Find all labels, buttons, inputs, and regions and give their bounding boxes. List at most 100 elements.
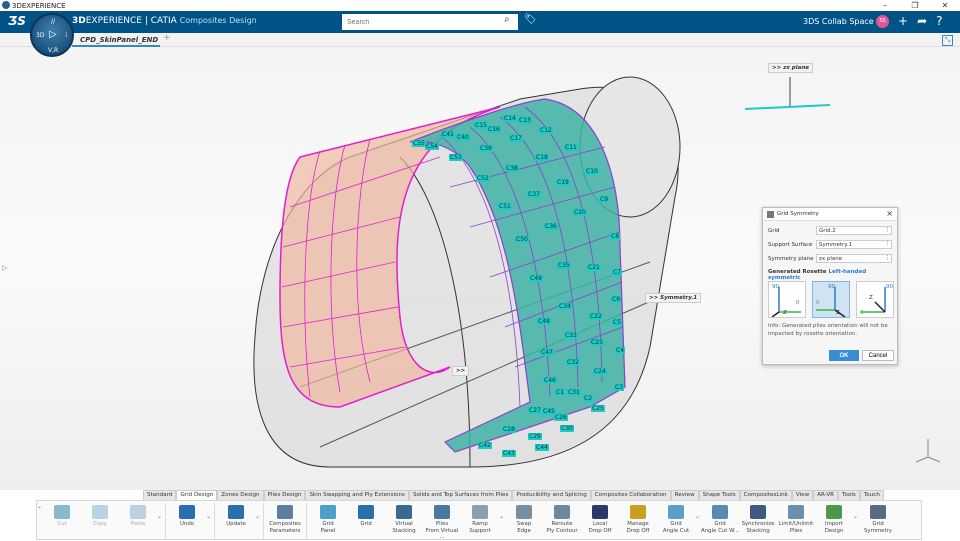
ply-label[interactable]: C28	[502, 426, 516, 433]
ply-label[interactable]: C32	[566, 359, 580, 366]
ply-label[interactable]: C10	[585, 168, 599, 175]
dropdown-arrow-icon[interactable]: ⌄	[206, 501, 212, 520]
ply-label[interactable]: C43	[502, 450, 516, 457]
cmd-paste[interactable]: Paste	[119, 501, 157, 528]
cmd-undo[interactable]: Undo	[168, 501, 206, 528]
ply-label[interactable]: C36	[544, 223, 558, 230]
cmd-update[interactable]: Update	[217, 501, 255, 528]
close-button[interactable]: ✕	[930, 0, 960, 11]
cmd-plies-from-virtual[interactable]: Plies From Virtual ...	[423, 501, 461, 541]
ply-label[interactable]: C1	[555, 389, 566, 396]
ribbon-tab[interactable]: Composites Collaboration	[590, 490, 671, 500]
ply-label[interactable]: C38	[505, 165, 519, 172]
search-input[interactable]	[342, 14, 518, 30]
ribbon-tab[interactable]: View	[791, 490, 814, 500]
cmd-cut[interactable]: Cut	[43, 501, 81, 528]
ply-label[interactable]: C49	[529, 275, 543, 282]
collab-space-dropdown[interactable]: 3DS Collab Space ⌄	[803, 17, 883, 26]
ply-label[interactable]: C44	[535, 444, 549, 451]
cmd-grid-angle-cut-w[interactable]: Grid Angle Cut W...	[701, 501, 739, 534]
fullscreen-icon[interactable]: ⤡	[942, 35, 953, 46]
ply-label[interactable]: C20	[573, 209, 587, 216]
ply-label[interactable]: C11	[564, 144, 578, 151]
ribbon-tab[interactable]: CompositesLink	[739, 490, 792, 500]
ply-label[interactable]: C47	[540, 349, 554, 356]
ply-label[interactable]: C51	[498, 203, 512, 210]
compass-info[interactable]: i	[65, 32, 67, 39]
add-icon[interactable]: +	[898, 14, 908, 28]
axis-triad-icon[interactable]	[915, 439, 941, 463]
ply-label[interactable]: C34	[558, 303, 572, 310]
ply-label[interactable]: C13	[518, 117, 532, 124]
cmd-manage-drop-off[interactable]: Manage Drop Off	[619, 501, 657, 534]
cmd-grid-angle-cut[interactable]: Grid Angle Cut	[657, 501, 695, 534]
tab-document[interactable]: CPD_SkinPanel_END A	[72, 34, 160, 56]
expand-left-icon[interactable]: ▷	[2, 264, 7, 272]
rosette-option-3[interactable]: 90 0 Z	[856, 281, 894, 318]
symmetry-plane-field[interactable]: zx plane	[816, 254, 892, 263]
cmd-grid-panel[interactable]: Grid Panel	[309, 501, 347, 534]
ply-label[interactable]: C14	[503, 115, 517, 122]
ply-label[interactable]: C23	[590, 339, 604, 346]
ribbon-tab[interactable]: Review	[670, 490, 699, 500]
ply-label[interactable]: C18	[535, 154, 549, 161]
cmd-virtual-stacking[interactable]: Virtual Stacking	[385, 501, 423, 534]
ply-label[interactable]: C30	[560, 425, 574, 432]
ply-label[interactable]: C29	[528, 433, 542, 440]
compass-widget[interactable]: // 3D i ▷ V,R	[30, 13, 74, 57]
minimize-button[interactable]: –	[870, 0, 900, 11]
ok-button[interactable]: OK	[829, 350, 859, 361]
search-icon[interactable]: ⌕	[504, 14, 510, 25]
ply-label[interactable]: C16	[487, 126, 501, 133]
tag-icon[interactable]: 🏷	[524, 14, 537, 25]
ribbon-tab[interactable]: Touch	[859, 490, 884, 500]
ds-logo-icon[interactable]: ƷS	[8, 14, 26, 28]
add-tab-button[interactable]: +	[163, 33, 171, 43]
ply-label[interactable]: C35	[557, 262, 571, 269]
ribbon-tab[interactable]: Shape Tools	[698, 490, 740, 500]
ply-label[interactable]: C21	[587, 264, 601, 271]
help-icon[interactable]: ?	[936, 14, 942, 28]
cmd-swap-edge[interactable]: Swap Edge	[505, 501, 543, 534]
ply-label[interactable]: C55	[412, 140, 426, 147]
zx-plane-tag[interactable]: >> zx plane	[768, 63, 813, 73]
cmd-limit-unlimit-plies[interactable]: Limit/Unlimit Plies	[777, 501, 815, 534]
dropdown-arrow-icon[interactable]: ⌄	[157, 501, 163, 520]
cmd-synchronize-stacking[interactable]: Synchronize Stacking	[739, 501, 777, 534]
play-icon[interactable]: ▷	[49, 29, 57, 40]
ply-label[interactable]: C15	[474, 122, 488, 129]
cmd-copy[interactable]: Copy	[81, 501, 119, 528]
ply-label[interactable]: C46	[543, 377, 557, 384]
ribbon-tab[interactable]: Producibility and Splicing	[512, 490, 591, 500]
symmetry-tag[interactable]: >> Symmetry.1	[645, 293, 702, 303]
cancel-button[interactable]: Cancel	[862, 350, 894, 361]
ribbon-tab[interactable]: Zones Design	[217, 490, 264, 500]
cmd-grid-symmetry[interactable]: Grid Symmetry	[859, 501, 897, 534]
ply-label[interactable]: C17	[509, 135, 523, 142]
ply-label[interactable]: C22	[589, 313, 603, 320]
cmd-grid[interactable]: Grid	[347, 501, 385, 528]
ply-label[interactable]: C19	[556, 179, 570, 186]
ribbon-tab[interactable]: Grid Design	[176, 490, 218, 500]
close-icon[interactable]: ×	[886, 209, 893, 218]
grid-tag[interactable]: >>	[452, 366, 470, 376]
ply-label[interactable]: C53	[449, 154, 463, 161]
ribbon-tab[interactable]: AR-VR	[813, 490, 839, 500]
ply-label[interactable]: C52	[476, 175, 490, 182]
cmd-import-design[interactable]: Import Design	[815, 501, 853, 534]
cmd-local-drop-off[interactable]: Local Drop Off	[581, 501, 619, 534]
dropdown-arrow-icon[interactable]: ⌄	[255, 501, 261, 520]
avatar[interactable]: SS	[876, 15, 889, 28]
ply-label[interactable]: C31	[567, 389, 581, 396]
ply-label[interactable]: C41	[441, 131, 455, 138]
ply-label[interactable]: C48	[537, 318, 551, 325]
ribbon-tab[interactable]: Tools	[838, 490, 860, 500]
compass-vr[interactable]: V,R	[48, 47, 58, 54]
cmd-ramp-support[interactable]: Ramp Support	[461, 501, 499, 534]
ply-label[interactable]: C54	[425, 143, 439, 150]
ply-label[interactable]: C12	[539, 127, 553, 134]
ribbon-tab[interactable]: Plies Design	[263, 490, 306, 500]
grid-field[interactable]: Grid.2	[816, 226, 892, 235]
rosette-option-2[interactable]: 90 0 Z	[812, 281, 850, 318]
cmd-composites-parameters[interactable]: Composites Parameters	[266, 501, 304, 534]
